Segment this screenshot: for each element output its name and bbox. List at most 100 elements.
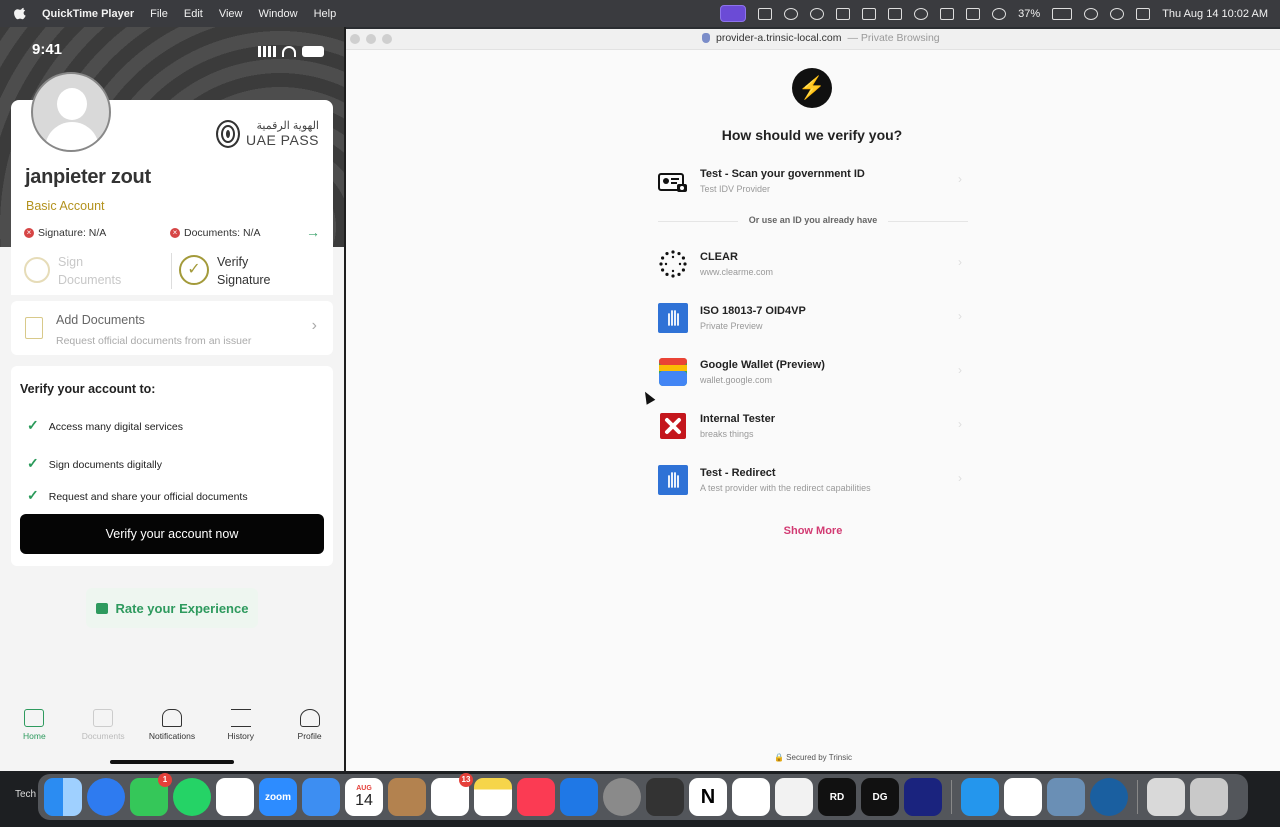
tab-notifications[interactable]: Notifications	[142, 709, 202, 753]
system-settings-icon[interactable]	[603, 778, 641, 816]
tab-label: Profile	[297, 731, 322, 741]
play-icon[interactable]	[914, 7, 929, 20]
benefit-item: ✓ Sign documents digitally	[27, 455, 162, 472]
messages-icon[interactable]: 1	[130, 773, 172, 816]
tab-documents[interactable]: Documents	[73, 709, 133, 753]
whatsapp-icon[interactable]	[173, 778, 211, 816]
provider-government-id[interactable]: Test - Scan your government ID Test IDV …	[658, 162, 968, 206]
tab-home[interactable]: Home	[4, 709, 64, 753]
zoom-icon[interactable]: zoom	[259, 778, 297, 816]
status-chatgpt-icon[interactable]	[810, 7, 825, 20]
zoom-label: zoom	[264, 791, 292, 803]
keyboard-icon[interactable]	[888, 7, 903, 20]
preview-icon[interactable]	[1047, 778, 1085, 816]
menu-help[interactable]: Help	[314, 8, 337, 20]
chatgpt-icon[interactable]	[1004, 778, 1042, 816]
status-app-icon[interactable]	[758, 7, 773, 20]
search-icon[interactable]	[1110, 7, 1125, 20]
battery-icon[interactable]	[1052, 7, 1073, 20]
wifi-icon[interactable]	[1084, 7, 1099, 20]
home-indicator[interactable]	[110, 760, 234, 764]
user-icon[interactable]	[992, 7, 1007, 20]
provider-internal-tester[interactable]: Internal Tester breaks things ›	[658, 407, 968, 451]
provider-clear[interactable]: CLEAR www.clearme.com ›	[658, 245, 968, 289]
check-circle-icon: ✓	[179, 255, 209, 285]
provider-google-wallet[interactable]: Google Wallet (Preview) wallet.google.co…	[658, 353, 968, 397]
trash-icon[interactable]	[1190, 778, 1228, 816]
rate-label: Rate your Experience	[115, 600, 249, 616]
control-center-icon[interactable]	[1136, 7, 1151, 20]
apple-icon[interactable]	[14, 7, 28, 21]
datagrip-icon[interactable]: DG	[861, 778, 899, 816]
weather-icon[interactable]	[862, 7, 877, 20]
show-more-button[interactable]: Show More	[758, 525, 868, 537]
tab-profile[interactable]: Profile	[280, 709, 340, 753]
notes-icon[interactable]	[474, 778, 512, 816]
quicktime-icon[interactable]	[1090, 778, 1128, 816]
benefit-item: ✓ Request and share your official documen…	[27, 487, 248, 504]
menu-window[interactable]: Window	[258, 8, 297, 20]
notion-status-icon[interactable]	[836, 7, 851, 20]
fork-app-icon[interactable]	[560, 778, 598, 816]
zoom-window-button[interactable]	[382, 34, 392, 44]
url-text: provider-a.trinsic-local.com	[716, 32, 842, 44]
divider	[171, 253, 172, 289]
volume-icon[interactable]	[966, 7, 981, 20]
dock-separator	[1137, 780, 1138, 814]
slack-icon[interactable]	[216, 778, 254, 816]
arrow-right-icon[interactable]: →	[306, 224, 320, 240]
provider-name: Internal Tester	[700, 413, 775, 425]
address-bar[interactable]: provider-a.trinsic-local.com — Private B…	[702, 32, 940, 44]
error-icon: ×	[24, 228, 34, 239]
bluetooth-icon[interactable]	[940, 7, 955, 20]
finder-icon[interactable]	[44, 778, 82, 816]
menu-edit[interactable]: Edit	[184, 8, 203, 20]
reminders-icon[interactable]: 13	[431, 773, 473, 816]
notion-icon[interactable]: N	[689, 778, 727, 816]
status-sync-icon[interactable]	[784, 7, 799, 20]
pen-icon	[24, 257, 50, 283]
docker-icon[interactable]	[961, 778, 999, 816]
screenshots-folder-icon[interactable]	[1147, 778, 1185, 816]
verify-signature-button[interactable]: ✓ Verify Signature	[179, 253, 329, 289]
provider-subtitle: wallet.google.com	[700, 375, 773, 385]
close-window-button[interactable]	[350, 34, 360, 44]
tab-label: History	[227, 731, 254, 741]
rate-experience-button[interactable]: Rate your Experience	[86, 588, 258, 628]
rider-icon[interactable]: RD	[818, 778, 856, 816]
documents-status: × Documents: N/A	[170, 227, 260, 239]
news-icon[interactable]	[775, 778, 813, 816]
music-icon[interactable]	[517, 778, 555, 816]
person-icon	[299, 709, 320, 727]
mail-icon[interactable]	[302, 778, 340, 816]
minimize-window-button[interactable]	[366, 34, 376, 44]
add-documents-card[interactable]: Add Documents Request official documents…	[11, 301, 333, 355]
avatar[interactable]	[31, 72, 111, 152]
tab-history[interactable]: History	[211, 709, 271, 753]
script-editor-icon[interactable]	[904, 778, 942, 816]
menu-file[interactable]: File	[150, 8, 168, 20]
screen-recording-icon[interactable]	[720, 5, 747, 22]
contacts-icon[interactable]	[388, 778, 426, 816]
calendar-icon[interactable]: AUG 14	[345, 778, 383, 816]
provider-name: ISO 18013-7 OID4VP	[700, 305, 806, 317]
vscode-icon[interactable]	[732, 778, 770, 816]
reminders-badge: 13	[459, 773, 473, 787]
brand-arabic: الهوية الرقمية	[256, 120, 320, 132]
desktop-folder-label: Tech	[15, 789, 37, 800]
sign-documents-button[interactable]: Sign Documents	[24, 253, 174, 289]
id-card-icon	[658, 173, 687, 192]
safari-icon[interactable]	[87, 778, 125, 816]
clear-logo-icon	[659, 250, 687, 278]
provider-iso-18013[interactable]: ISO 18013-7 OID4VP Private Preview ›	[658, 299, 968, 343]
account-type: Basic Account	[26, 199, 105, 213]
menubar-clock[interactable]: Thu Aug 14 10:02 AM	[1162, 8, 1268, 20]
verify-account-button[interactable]: Verify your account now	[20, 514, 324, 554]
provider-test-redirect[interactable]: Test - Redirect A test provider with the…	[658, 461, 968, 505]
bell-icon	[161, 709, 182, 727]
menu-view[interactable]: View	[219, 8, 243, 20]
ios-status-bar: 9:41	[32, 41, 324, 61]
private-browsing-label: — Private Browsing	[847, 32, 940, 44]
app-name[interactable]: QuickTime Player	[42, 8, 134, 20]
iphone-mirroring-icon[interactable]	[646, 778, 684, 816]
